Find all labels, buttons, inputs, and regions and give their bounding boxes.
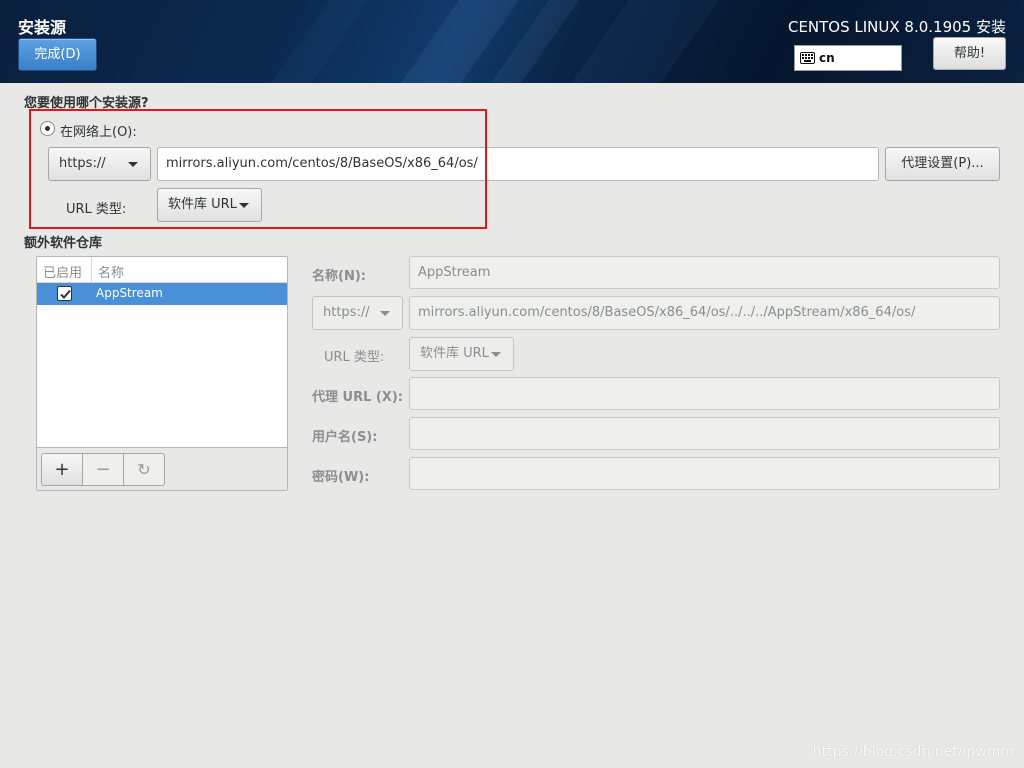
repo-url-type-value: 软件库 URL — [420, 346, 489, 361]
repo-row[interactable]: AppStream — [37, 283, 287, 305]
add-repo-button[interactable]: + — [41, 453, 83, 486]
repo-url-type-label: URL 类型: — [324, 350, 385, 365]
plus-icon: + — [54, 459, 70, 480]
done-button[interactable]: 完成(D) — [18, 38, 97, 71]
repo-enabled-checkbox[interactable] — [57, 286, 72, 301]
refresh-repo-button[interactable]: ↻ — [123, 453, 165, 486]
product-title: CENTOS LINUX 8.0.1905 安装 — [787, 18, 1006, 36]
keyboard-icon — [800, 52, 815, 64]
repo-protocol-value: https:// — [323, 305, 370, 320]
repos-title: 额外软件仓库 — [24, 236, 103, 251]
proxy-url-label: 代理 URL (X): — [312, 390, 404, 405]
refresh-icon: ↻ — [137, 460, 151, 479]
repo-toolbar: + − ↻ — [37, 447, 287, 490]
highlight-annotation — [29, 109, 487, 229]
watermark: https://blog.csdn.net/ipwmm — [812, 744, 1014, 760]
keyboard-layout-indicator[interactable]: cn — [794, 45, 902, 71]
spoke-title: 安装源 — [18, 18, 67, 37]
minus-icon: − — [95, 459, 111, 480]
repo-url-input[interactable]: mirrors.aliyun.com/centos/8/BaseOS/x86_6… — [409, 296, 1000, 330]
col-enabled-header[interactable]: 已启用 — [43, 262, 82, 281]
repo-name-input[interactable]: AppStream — [409, 256, 1000, 289]
repo-list-panel: 已启用 名称 AppStream + − ↻ — [36, 256, 288, 491]
chevron-down-icon — [491, 352, 501, 357]
repo-list-header: 已启用 名称 — [37, 257, 287, 283]
remove-repo-button[interactable]: − — [82, 453, 124, 486]
keyboard-layout-label: cn — [819, 51, 835, 65]
username-input[interactable] — [409, 417, 1000, 450]
password-input[interactable] — [409, 457, 1000, 490]
help-button[interactable]: 帮助! — [933, 37, 1006, 70]
password-label: 密码(W): — [312, 470, 370, 485]
repo-name-label: 名称(N): — [312, 269, 366, 284]
repo-name: AppStream — [96, 286, 163, 300]
col-name-header[interactable]: 名称 — [98, 262, 124, 281]
proxy-url-input[interactable] — [409, 377, 1000, 410]
repo-url-type-dropdown[interactable]: 软件库 URL — [409, 337, 514, 371]
username-label: 用户名(S): — [312, 430, 378, 445]
chevron-down-icon — [380, 311, 390, 316]
proxy-settings-button[interactable]: 代理设置(P)... — [885, 147, 1000, 181]
repo-protocol-dropdown[interactable]: https:// — [312, 296, 403, 330]
